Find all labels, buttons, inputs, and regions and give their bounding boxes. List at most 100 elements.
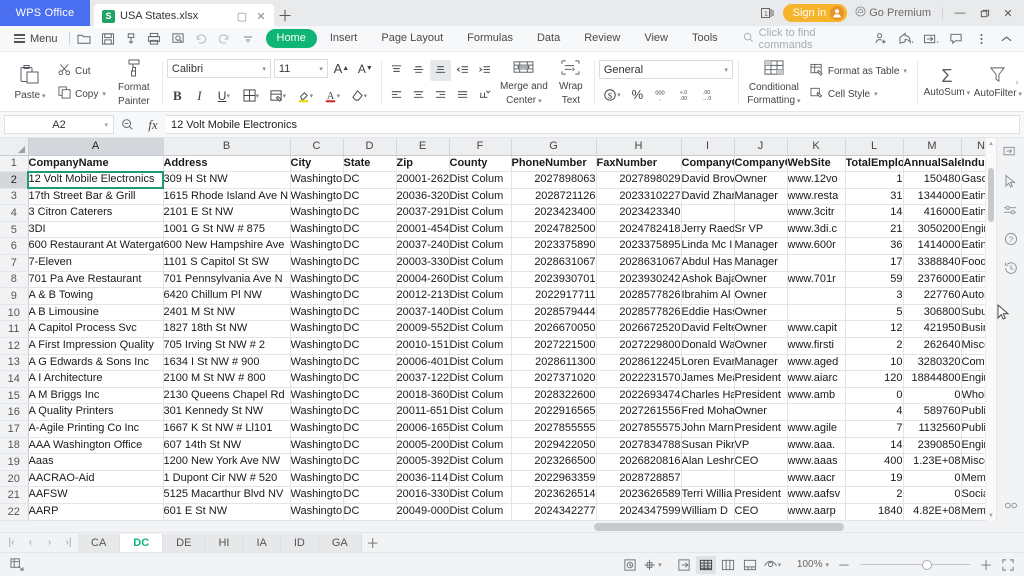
cell-h6[interactable]: 2023375895: [596, 237, 682, 256]
sheet-tab-hi[interactable]: HI: [205, 533, 244, 552]
cell-d7[interactable]: DC: [343, 254, 397, 272]
cell-l18[interactable]: 14: [845, 437, 904, 455]
cell-e13[interactable]: 20006-401: [396, 354, 450, 372]
cell-e19[interactable]: 20005-392: [396, 453, 450, 471]
close-window-button[interactable]: ✕: [998, 2, 1018, 24]
cell-j10[interactable]: Owner: [734, 304, 788, 322]
save-icon[interactable]: [96, 28, 119, 50]
vertical-scrollbar[interactable]: ▲ ▼: [985, 138, 996, 521]
cell-e10[interactable]: 20037-140: [396, 304, 450, 322]
cell-b6[interactable]: 600 New Hampshire Ave: [163, 237, 291, 256]
cell-a2[interactable]: 12 Volt Mobile Electronics: [27, 170, 164, 190]
cell-fill-button[interactable]: ▾: [265, 85, 291, 106]
font-size-select[interactable]: 11 ▾: [273, 59, 328, 78]
cell-n16[interactable]: Publish: [961, 403, 985, 421]
cell-i14[interactable]: James Mea: [681, 370, 735, 388]
cell-j11[interactable]: Owner: [734, 320, 788, 339]
cell-d6[interactable]: DC: [343, 237, 397, 256]
next-sheet-icon[interactable]: ›: [40, 534, 59, 552]
sheet-viewport[interactable]: A B C D E F G H I J K L M N 1 CompanyNam…: [0, 138, 985, 521]
text-orientation-button[interactable]: [474, 85, 495, 106]
header-cell-e1[interactable]: Zip: [396, 155, 450, 173]
cell-d5[interactable]: DC: [343, 221, 397, 239]
cell-f2[interactable]: Dist Colum: [449, 171, 512, 189]
cell-g2[interactable]: 2027898063: [511, 171, 597, 189]
cell-d17[interactable]: DC: [343, 420, 397, 438]
cell-a13[interactable]: A G Edwards & Sons Inc: [28, 354, 164, 372]
cell-j3[interactable]: Manager: [734, 188, 788, 206]
cell-g19[interactable]: 2023266500: [511, 453, 597, 471]
cell-c9[interactable]: Washingto: [290, 287, 344, 305]
cell-h17[interactable]: 2027855575: [596, 420, 682, 438]
sheet-tab-ia[interactable]: IA: [243, 533, 281, 552]
cell-e11[interactable]: 20009-552: [396, 320, 450, 339]
cell-n7[interactable]: Food S: [961, 254, 985, 272]
cell-b15[interactable]: 2130 Queens Chapel Rd: [163, 387, 291, 405]
cell-k15[interactable]: www.amb: [787, 387, 846, 405]
apps-icon[interactable]: [1001, 495, 1021, 515]
cell-c13[interactable]: Washingto: [290, 354, 344, 372]
cell-m14[interactable]: 18844800: [903, 370, 962, 388]
insert-function-icon[interactable]: fx: [140, 114, 166, 136]
cell-g6[interactable]: 2023375890: [511, 237, 597, 256]
header-cell-l1[interactable]: TotalEmployee: [845, 155, 904, 173]
page-preview-icon[interactable]: [740, 556, 760, 574]
header-cell-i1[interactable]: CompanyC: [681, 155, 735, 173]
cell-e2[interactable]: 20001-262: [396, 171, 450, 189]
cell-k20[interactable]: www.aacr: [787, 470, 846, 488]
conditional-formatting-button[interactable]: Conditional Formatting ▾: [743, 56, 805, 110]
cell-d20[interactable]: DC: [343, 470, 397, 488]
row-header-7[interactable]: 7: [0, 254, 29, 272]
zoom-slider[interactable]: [860, 558, 970, 572]
underline-button[interactable]: U ▾: [211, 85, 237, 106]
cell-n18[interactable]: Engine: [961, 437, 985, 455]
print-find-icon[interactable]: [166, 28, 189, 50]
comment-icon[interactable]: [944, 28, 968, 50]
cell-l13[interactable]: 10: [845, 354, 904, 372]
cell-h21[interactable]: 2023626589: [596, 486, 682, 504]
italic-button[interactable]: I: [189, 85, 210, 106]
cell-c14[interactable]: Washingto: [290, 370, 344, 388]
cell-b18[interactable]: 607 14th St NW: [163, 437, 291, 455]
main-menu-button[interactable]: Menu: [6, 28, 66, 50]
cell-k5[interactable]: www.3di.c: [787, 221, 846, 239]
cell-g18[interactable]: 2029422050: [511, 437, 597, 455]
sheet-tab-id[interactable]: ID: [280, 533, 319, 552]
sheet-tab-ga[interactable]: GA: [318, 533, 362, 552]
merge-center-button[interactable]: Merge and Center ▾: [495, 56, 553, 110]
first-sheet-icon[interactable]: |‹: [2, 534, 21, 552]
cell-l21[interactable]: 2: [845, 486, 904, 504]
cell-g22[interactable]: 2024342277: [511, 503, 597, 521]
maximize-button[interactable]: [974, 2, 994, 24]
share-user-icon[interactable]: [869, 28, 893, 50]
cell-n12[interactable]: Miscell: [961, 337, 985, 355]
fullscreen-icon[interactable]: [998, 556, 1018, 574]
cell-a22[interactable]: AARP: [28, 503, 164, 521]
row-header-11[interactable]: 11: [0, 320, 29, 339]
cell-l20[interactable]: 19: [845, 470, 904, 488]
cell-i5[interactable]: Jerry Raed: [681, 221, 735, 239]
cell-d10[interactable]: DC: [343, 304, 397, 322]
cell-g14[interactable]: 2027371020: [511, 370, 597, 388]
tab-formulas[interactable]: Formulas: [456, 29, 524, 48]
cell-c12[interactable]: Washingto: [290, 337, 344, 355]
cell-k17[interactable]: www.agile: [787, 420, 846, 438]
cell-c22[interactable]: Washingto: [290, 503, 344, 521]
share-icon[interactable]: [894, 28, 918, 50]
document-tab[interactable]: S USA States.xlsx ▢ ✕: [94, 4, 274, 28]
cell-a20[interactable]: AACRAO-Aid: [28, 470, 164, 488]
cell-g4[interactable]: 2023423400: [511, 204, 597, 222]
cell-g11[interactable]: 2026670050: [511, 320, 597, 339]
row-header-8[interactable]: 8: [0, 271, 29, 289]
cell-i6[interactable]: Linda Mc I: [681, 237, 735, 256]
highlight-color-button[interactable]: ▾: [292, 85, 318, 106]
eye-icon[interactable]: ▾: [762, 556, 782, 574]
cell-h16[interactable]: 2027261556: [596, 403, 682, 421]
cell-j8[interactable]: Owner: [734, 271, 788, 289]
cell-i20[interactable]: [681, 470, 735, 488]
cell-d13[interactable]: DC: [343, 354, 397, 372]
cell-n4[interactable]: Eating: [961, 204, 985, 222]
zoom-level-label[interactable]: 100% ▾: [794, 559, 832, 570]
cell-i2[interactable]: David Brov: [681, 171, 735, 189]
cell-m7[interactable]: 3388840: [903, 254, 962, 272]
